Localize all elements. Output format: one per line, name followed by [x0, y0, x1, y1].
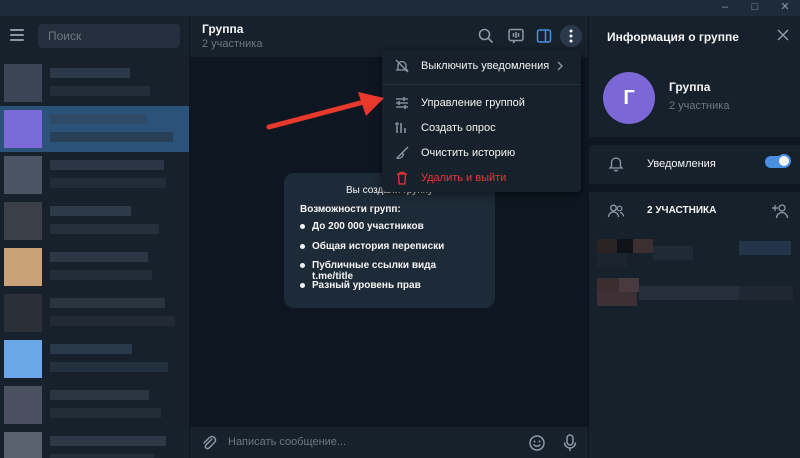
- broom-icon: [395, 146, 409, 159]
- chat-preview-blur: [50, 316, 175, 326]
- chat-preview-blur: [50, 408, 161, 418]
- chat-preview-blur: [50, 270, 152, 280]
- chat-list-item[interactable]: [0, 428, 189, 458]
- list-item: Общая история переписки: [300, 241, 479, 261]
- chat-options-menu: Выключить уведомления Управление группой…: [382, 50, 581, 192]
- emoji-icon[interactable]: [528, 434, 546, 452]
- bell-off-icon: [395, 59, 409, 73]
- chat-name-blur: [50, 436, 166, 446]
- menu-item-delete-and-leave[interactable]: Удалить и выйти: [382, 166, 581, 191]
- sidebar-toggle-icon[interactable]: [534, 26, 554, 46]
- chat-list-item[interactable]: [0, 382, 189, 428]
- sliders-icon: [396, 97, 408, 109]
- menu-item-mute[interactable]: Выключить уведомления: [382, 54, 581, 79]
- group-name: Группа: [669, 80, 711, 94]
- chat-title: Группа: [202, 22, 244, 36]
- chat-subtitle: 2 участника: [202, 38, 263, 50]
- chat-name-blur: [50, 298, 165, 308]
- search-input[interactable]: Поиск: [38, 24, 180, 48]
- minimize-button[interactable]: –: [710, 0, 740, 16]
- annotation-arrow-icon: [266, 92, 384, 130]
- member-count: 2 участника: [669, 100, 730, 112]
- search-icon[interactable]: [476, 26, 496, 46]
- chat-preview-blur: [50, 454, 154, 458]
- list-item: Разный уровень прав: [300, 280, 479, 300]
- chat-name-blur: [50, 344, 132, 354]
- notifications-toggle[interactable]: [765, 154, 791, 168]
- menu-icon[interactable]: [10, 29, 24, 41]
- avatar: [4, 110, 42, 148]
- members-header: 2 УЧАСТНИКА: [647, 205, 717, 216]
- menu-item-manage-group[interactable]: Управление группой: [382, 91, 581, 116]
- chat-preview-blur: [50, 224, 159, 234]
- card-capabilities-title: Возможности групп:: [300, 204, 401, 215]
- chat-list-item[interactable]: [0, 60, 189, 106]
- menu-item-create-poll[interactable]: Создать опрос: [382, 116, 581, 141]
- chat-name-blur: [50, 160, 164, 170]
- section-divider: [589, 137, 800, 145]
- menu-item-label: Создать опрос: [421, 122, 496, 134]
- more-vertical-icon[interactable]: [560, 25, 582, 47]
- chat-preview-blur: [50, 178, 166, 188]
- chat-preview-blur: [50, 86, 150, 96]
- video-chat-icon[interactable]: [506, 26, 526, 46]
- chat-list-item[interactable]: [0, 336, 189, 382]
- group-created-card: Вы создали группу Возможности групп: До …: [284, 173, 495, 308]
- panel-title: Информация о группе: [607, 30, 739, 44]
- trash-icon: [397, 171, 407, 185]
- chat-list-item[interactable]: [0, 198, 189, 244]
- chat-name-blur: [50, 206, 131, 216]
- bell-icon: [608, 157, 624, 172]
- microphone-icon[interactable]: [561, 433, 579, 453]
- users-icon: [607, 204, 625, 218]
- avatar[interactable]: Г: [603, 72, 655, 124]
- avatar: [4, 432, 42, 458]
- chat-list-item[interactable]: [0, 244, 189, 290]
- notifications-label: Уведомления: [647, 158, 716, 170]
- menu-item-clear-history[interactable]: Очистить историю: [382, 141, 581, 166]
- poll-icon: [395, 122, 406, 133]
- menu-item-label: Управление группой: [421, 97, 525, 109]
- maximize-button[interactable]: □: [740, 0, 770, 16]
- menu-item-label: Удалить и выйти: [421, 172, 507, 184]
- chat-list-sidebar: Поиск: [0, 16, 190, 458]
- menu-divider: [382, 79, 581, 85]
- avatar: [4, 202, 42, 240]
- avatar: [4, 340, 42, 378]
- chat-list-item[interactable]: [0, 152, 189, 198]
- chat-preview-blur: [50, 132, 173, 142]
- list-item: Публичные ссылки вида t.me/title: [300, 260, 479, 282]
- message-input[interactable]: Написать сообщение...: [228, 436, 346, 448]
- chevron-right-icon: [557, 61, 563, 71]
- group-info-panel: Информация о группе Г Группа 2 участника…: [588, 16, 800, 458]
- chat-name-blur: [50, 68, 130, 78]
- avatar: [4, 294, 42, 332]
- close-window-button[interactable]: ✕: [770, 0, 800, 16]
- chat-preview-blur: [50, 362, 168, 372]
- menu-item-label: Выключить уведомления: [421, 60, 550, 72]
- close-icon[interactable]: [776, 28, 790, 42]
- avatar: [4, 156, 42, 194]
- chat-list-item[interactable]: [0, 290, 189, 336]
- chat-name-blur: [50, 114, 147, 124]
- capabilities-list: До 200 000 участников Общая история пере…: [300, 221, 479, 299]
- chat-name-blur: [50, 252, 148, 262]
- attach-icon[interactable]: [200, 434, 218, 452]
- message-composer: Написать сообщение...: [190, 426, 588, 458]
- list-item: До 200 000 участников: [300, 221, 479, 241]
- window-titlebar: – □ ✕: [0, 0, 800, 16]
- avatar: [4, 64, 42, 102]
- menu-item-label: Очистить историю: [421, 147, 516, 159]
- add-user-icon[interactable]: [771, 201, 791, 221]
- avatar: [4, 248, 42, 286]
- avatar: [4, 386, 42, 424]
- chat-list-item[interactable]: [0, 106, 189, 152]
- section-divider: [589, 184, 800, 192]
- chat-name-blur: [50, 390, 149, 400]
